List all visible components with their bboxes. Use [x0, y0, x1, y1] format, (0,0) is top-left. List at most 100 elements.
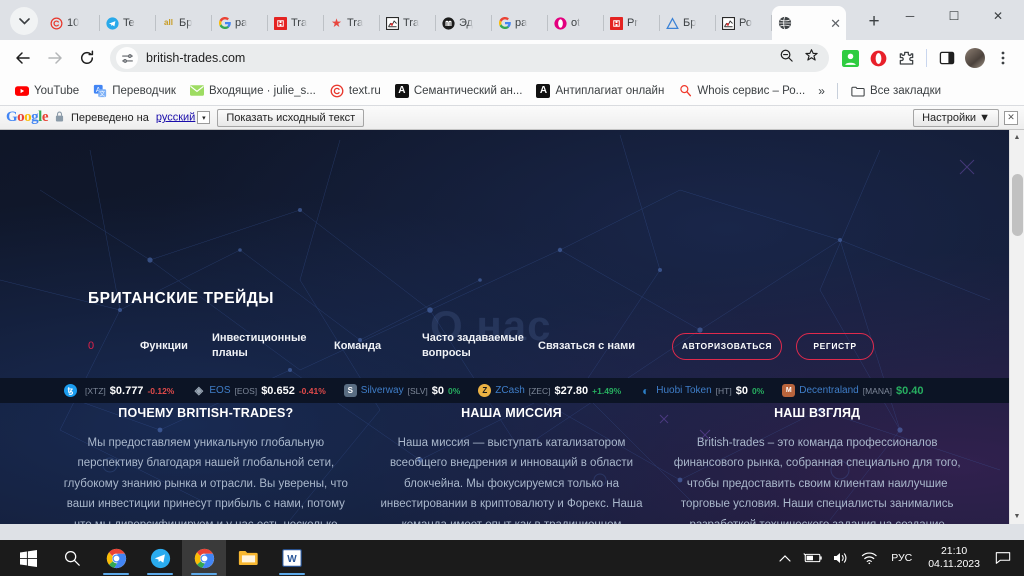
taskbar-app-telegram[interactable]	[138, 540, 182, 576]
tab-search-button[interactable]	[10, 7, 38, 35]
ticker-item[interactable]: ◐ Huobi Token [HT] $0 0%	[639, 384, 764, 398]
register-button[interactable]: РЕГИСТР	[796, 332, 874, 360]
chevron-down-icon[interactable]: ▾	[197, 111, 211, 124]
tab-title: Te	[123, 17, 135, 29]
back-button[interactable]	[8, 43, 38, 73]
page-scrollbar[interactable]: ▲ ▼	[1009, 130, 1024, 524]
tab-1[interactable]: Te	[100, 6, 156, 40]
clock[interactable]: 21:10 04.11.2023	[920, 545, 988, 571]
zoom-out-icon[interactable]	[779, 48, 794, 68]
nav-item-faq[interactable]: Часто задаваемые вопросы	[422, 331, 538, 361]
scroll-up-icon[interactable]: ▲	[1010, 130, 1024, 145]
language-indicator[interactable]: РУС	[883, 552, 920, 564]
google-icon	[497, 16, 512, 31]
bookmark-textru[interactable]: text.ru	[323, 81, 388, 101]
window-controls: ─ ☐ ✕	[888, 0, 1020, 40]
notification-icon[interactable]	[988, 540, 1018, 576]
nav-item-investment-plans[interactable]: Инвестиционные планы	[212, 331, 334, 361]
volume-icon[interactable]	[827, 540, 855, 576]
wifi-icon[interactable]	[855, 540, 883, 576]
tab-4[interactable]: Tra	[268, 6, 324, 40]
tab-8[interactable]: ра	[492, 6, 548, 40]
login-button[interactable]: АВТОРИЗОВАТЬСЯ	[672, 332, 782, 360]
column-why: ПОЧЕМУ BRITISH-TRADES? Мы предоставляем …	[62, 406, 350, 524]
puzzle-icon[interactable]	[893, 45, 919, 71]
tab-9[interactable]: ot	[548, 6, 604, 40]
coin-icon: ꜩ	[64, 384, 77, 397]
maximize-button[interactable]: ☐	[932, 0, 976, 32]
opera-extension-icon[interactable]	[865, 45, 891, 71]
feature-columns: ПОЧЕМУ BRITISH-TRADES? Мы предоставляем …	[62, 406, 961, 524]
minimize-button[interactable]: ─	[888, 0, 932, 32]
bookmark-whois[interactable]: Whois сервис – Ро...	[671, 81, 812, 101]
translate-settings-button[interactable]: Настройки ▼	[913, 108, 999, 127]
bookmarks-overflow-button[interactable]: »	[812, 81, 831, 101]
tab-12[interactable]: Ро	[716, 6, 772, 40]
site-settings-icon[interactable]	[116, 47, 138, 69]
tab-11[interactable]: Бр	[660, 6, 716, 40]
ticker-item[interactable]: ◈ EOS [EOS] $0.652 -0.41%	[192, 384, 326, 398]
tab-7[interactable]: Эд	[436, 6, 492, 40]
scroll-down-icon[interactable]: ▼	[1010, 509, 1024, 524]
taskbar-app-word[interactable]: W	[270, 540, 314, 576]
side-panel-icon[interactable]	[934, 45, 960, 71]
bookmark-translate[interactable]: A文 Переводчик	[86, 81, 183, 101]
close-window-button[interactable]: ✕	[976, 0, 1020, 32]
chart-icon	[721, 16, 736, 31]
scrollbar-thumb[interactable]	[1012, 174, 1023, 236]
tab-3[interactable]: ра	[212, 6, 268, 40]
tab-5[interactable]: ★ Tra	[324, 6, 380, 40]
taskbar-app-chrome-active[interactable]	[182, 540, 226, 576]
tab-title: Эд	[459, 17, 473, 29]
taskbar-app-explorer[interactable]	[226, 540, 270, 576]
reload-button[interactable]	[72, 43, 102, 73]
ticker-item[interactable]: ꜩ [XTZ] $0.777 -0.12%	[64, 384, 174, 397]
tab-6[interactable]: Tra	[380, 6, 436, 40]
bookmark-youtube[interactable]: YouTube	[8, 81, 86, 101]
tab-0[interactable]: 10	[44, 6, 100, 40]
ticker-item[interactable]: S Silverway [SLV] $0 0%	[343, 384, 460, 397]
ticker-item[interactable]: Z ZCash [ZEC] $27.80 +1.49%	[478, 384, 621, 397]
nav-item-features[interactable]: Функции	[140, 339, 212, 354]
nav-item-team[interactable]: Команда	[334, 339, 422, 354]
advego-icon: A	[536, 83, 551, 98]
nav-item-contact[interactable]: Связаться с нами	[538, 339, 658, 354]
battery-icon[interactable]	[799, 540, 827, 576]
close-icon[interactable]: ✕	[830, 17, 841, 30]
bookmark-label: Whois сервис – Ро...	[697, 84, 806, 97]
coin-name: Huobi Token	[656, 385, 712, 396]
avatar[interactable]	[962, 45, 988, 71]
tab-active-british-trades[interactable]: ✕	[772, 6, 846, 40]
bookmark-inbox[interactable]: Входящие · julie_s...	[183, 81, 323, 101]
tab-title: ot	[571, 17, 581, 29]
coin-symbol: [ZEC]	[528, 385, 551, 396]
address-bar[interactable]: british-trades.com	[110, 44, 829, 72]
all-bookmarks-button[interactable]: Все закладки	[844, 81, 948, 101]
show-original-button[interactable]: Показать исходный текст	[217, 108, 365, 127]
bookmarks-bar: YouTube A文 Переводчик Входящие · julie_s…	[0, 76, 1024, 106]
ticker-item[interactable]: M Decentraland [MANA] $0.40	[782, 384, 924, 397]
copyright-icon	[330, 84, 344, 98]
system-tray: РУС 21:10 04.11.2023	[771, 540, 1018, 576]
translate-language-link[interactable]: русский ▾	[156, 111, 211, 124]
forward-button[interactable]	[40, 43, 70, 73]
bookmark-semantic[interactable]: A Семантический ан...	[388, 81, 530, 101]
bookmark-antiplagiat[interactable]: A Антиплагиат онлайн	[529, 81, 671, 101]
tab-10[interactable]: Pr	[604, 6, 660, 40]
tab-2[interactable]: all Бр	[156, 6, 212, 40]
bookmark-star-icon[interactable]	[804, 48, 819, 68]
coin-name: Decentraland	[799, 385, 859, 396]
green-extension-icon[interactable]	[837, 45, 863, 71]
tray-expand-chevron-icon[interactable]	[771, 540, 799, 576]
close-icon[interactable]: ✕	[1004, 110, 1018, 125]
all-bookmarks-label: Все закладки	[869, 84, 942, 97]
clock-date: 04.11.2023	[928, 558, 980, 570]
telegram-icon	[105, 16, 120, 31]
three-dot-menu-icon[interactable]	[990, 45, 1016, 71]
new-tab-button[interactable]: +	[860, 8, 888, 36]
tab-title: Бр	[179, 17, 193, 29]
search-icon[interactable]	[50, 540, 94, 576]
taskbar-app-chrome[interactable]	[94, 540, 138, 576]
google-translate-bar: Google Переведено на русский ▾ Показать и…	[0, 106, 1024, 130]
windows-start-icon[interactable]	[6, 540, 50, 576]
